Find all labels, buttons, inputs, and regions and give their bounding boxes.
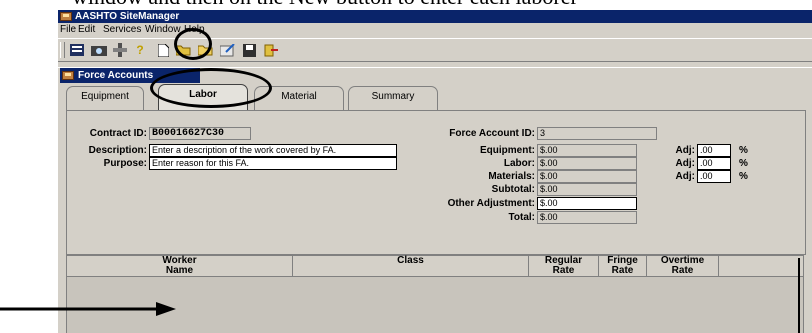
child-title: Force Accounts — [78, 70, 154, 81]
column-overtime-rate[interactable]: Overtime Rate — [647, 256, 719, 276]
description-field[interactable]: Enter a description of the work covered … — [149, 144, 397, 157]
menu-window[interactable]: Window — [145, 24, 181, 35]
column-fringe-rate[interactable]: Fringe Rate — [599, 256, 647, 276]
grid-header: Worker Name Class Regular Rate Fringe Ra… — [67, 256, 803, 277]
purpose-label: Purpose: — [103, 158, 147, 169]
total-field: $.00 — [537, 211, 637, 224]
tab-equipment[interactable]: Equipment — [66, 86, 144, 110]
equipment-label: Equipment: — [480, 145, 535, 156]
force-accounts-window: Force Accounts Equipment Labor Material … — [58, 67, 812, 333]
help-icon[interactable]: ? — [131, 41, 149, 59]
subtotal-field: $.00 — [537, 183, 637, 196]
tab-summary[interactable]: Summary — [348, 86, 438, 110]
column-regular-rate[interactable]: Regular Rate — [529, 256, 599, 276]
exit-icon[interactable] — [261, 41, 279, 59]
force-account-id-label: Force Account ID: — [449, 128, 535, 139]
toolbar: ? — [58, 38, 812, 62]
contract-id-field: B00016627C30 — [149, 127, 251, 140]
equipment-adj-field[interactable]: .00 — [697, 144, 731, 157]
total-label: Total: — [508, 212, 535, 223]
camera-icon[interactable] — [90, 41, 108, 59]
sitemanager-window: AASHTO SiteManager File Edit Services Wi… — [58, 10, 812, 333]
percent-symbol: % — [739, 171, 748, 182]
other-adjustment-label: Other Adjustment: — [447, 198, 535, 209]
toolbar-grip — [60, 42, 65, 58]
column-class[interactable]: Class — [293, 256, 529, 276]
materials-adj-field[interactable]: .00 — [697, 170, 731, 183]
labor-adj-field[interactable]: .00 — [697, 157, 731, 170]
tools-icon[interactable] — [111, 41, 129, 59]
app-titlebar: AASHTO SiteManager — [58, 10, 812, 23]
menu-file[interactable]: File — [60, 24, 76, 35]
equipment-field: $.00 — [537, 144, 637, 157]
labor-form-panel: Contract ID: B00016627C30 Force Account … — [66, 110, 806, 255]
subtotal-label: Subtotal: — [491, 184, 535, 195]
labor-tab-highlight-oval — [150, 68, 272, 108]
menu-services[interactable]: Services — [103, 24, 141, 35]
column-worker-name[interactable]: Worker Name — [67, 256, 293, 276]
materials-field: $.00 — [537, 170, 637, 183]
document-caption: window and then on the New button to ent… — [72, 0, 578, 10]
grid-icon[interactable] — [68, 41, 86, 59]
adj-label: Adj: — [675, 145, 695, 156]
other-adjustment-field[interactable]: $.00 — [537, 197, 637, 210]
child-window-icon — [62, 71, 74, 80]
menu-edit[interactable]: Edit — [78, 24, 95, 35]
new-button-highlight-circle — [174, 28, 212, 60]
contract-id-label: Contract ID: — [89, 128, 147, 139]
materials-label: Materials: — [488, 171, 535, 182]
labor-grid[interactable]: Worker Name Class Regular Rate Fringe Ra… — [66, 255, 804, 333]
purpose-field[interactable]: Enter reason for this FA. — [149, 157, 397, 170]
adj-label: Adj: — [675, 158, 695, 169]
new-icon[interactable] — [154, 41, 172, 59]
percent-symbol: % — [739, 145, 748, 156]
app-icon — [60, 12, 72, 21]
labor-field: $.00 — [537, 157, 637, 170]
adj-label: Adj: — [675, 171, 695, 182]
menu-bar: File Edit Services Window Help — [58, 23, 812, 38]
save-icon[interactable] — [240, 41, 258, 59]
labor-label: Labor: — [503, 158, 535, 169]
percent-symbol: % — [739, 158, 748, 169]
app-title: AASHTO SiteManager — [75, 11, 180, 22]
force-account-id-field: 3 — [537, 127, 657, 140]
edit-icon[interactable] — [218, 41, 236, 59]
description-label: Description: — [88, 145, 147, 156]
